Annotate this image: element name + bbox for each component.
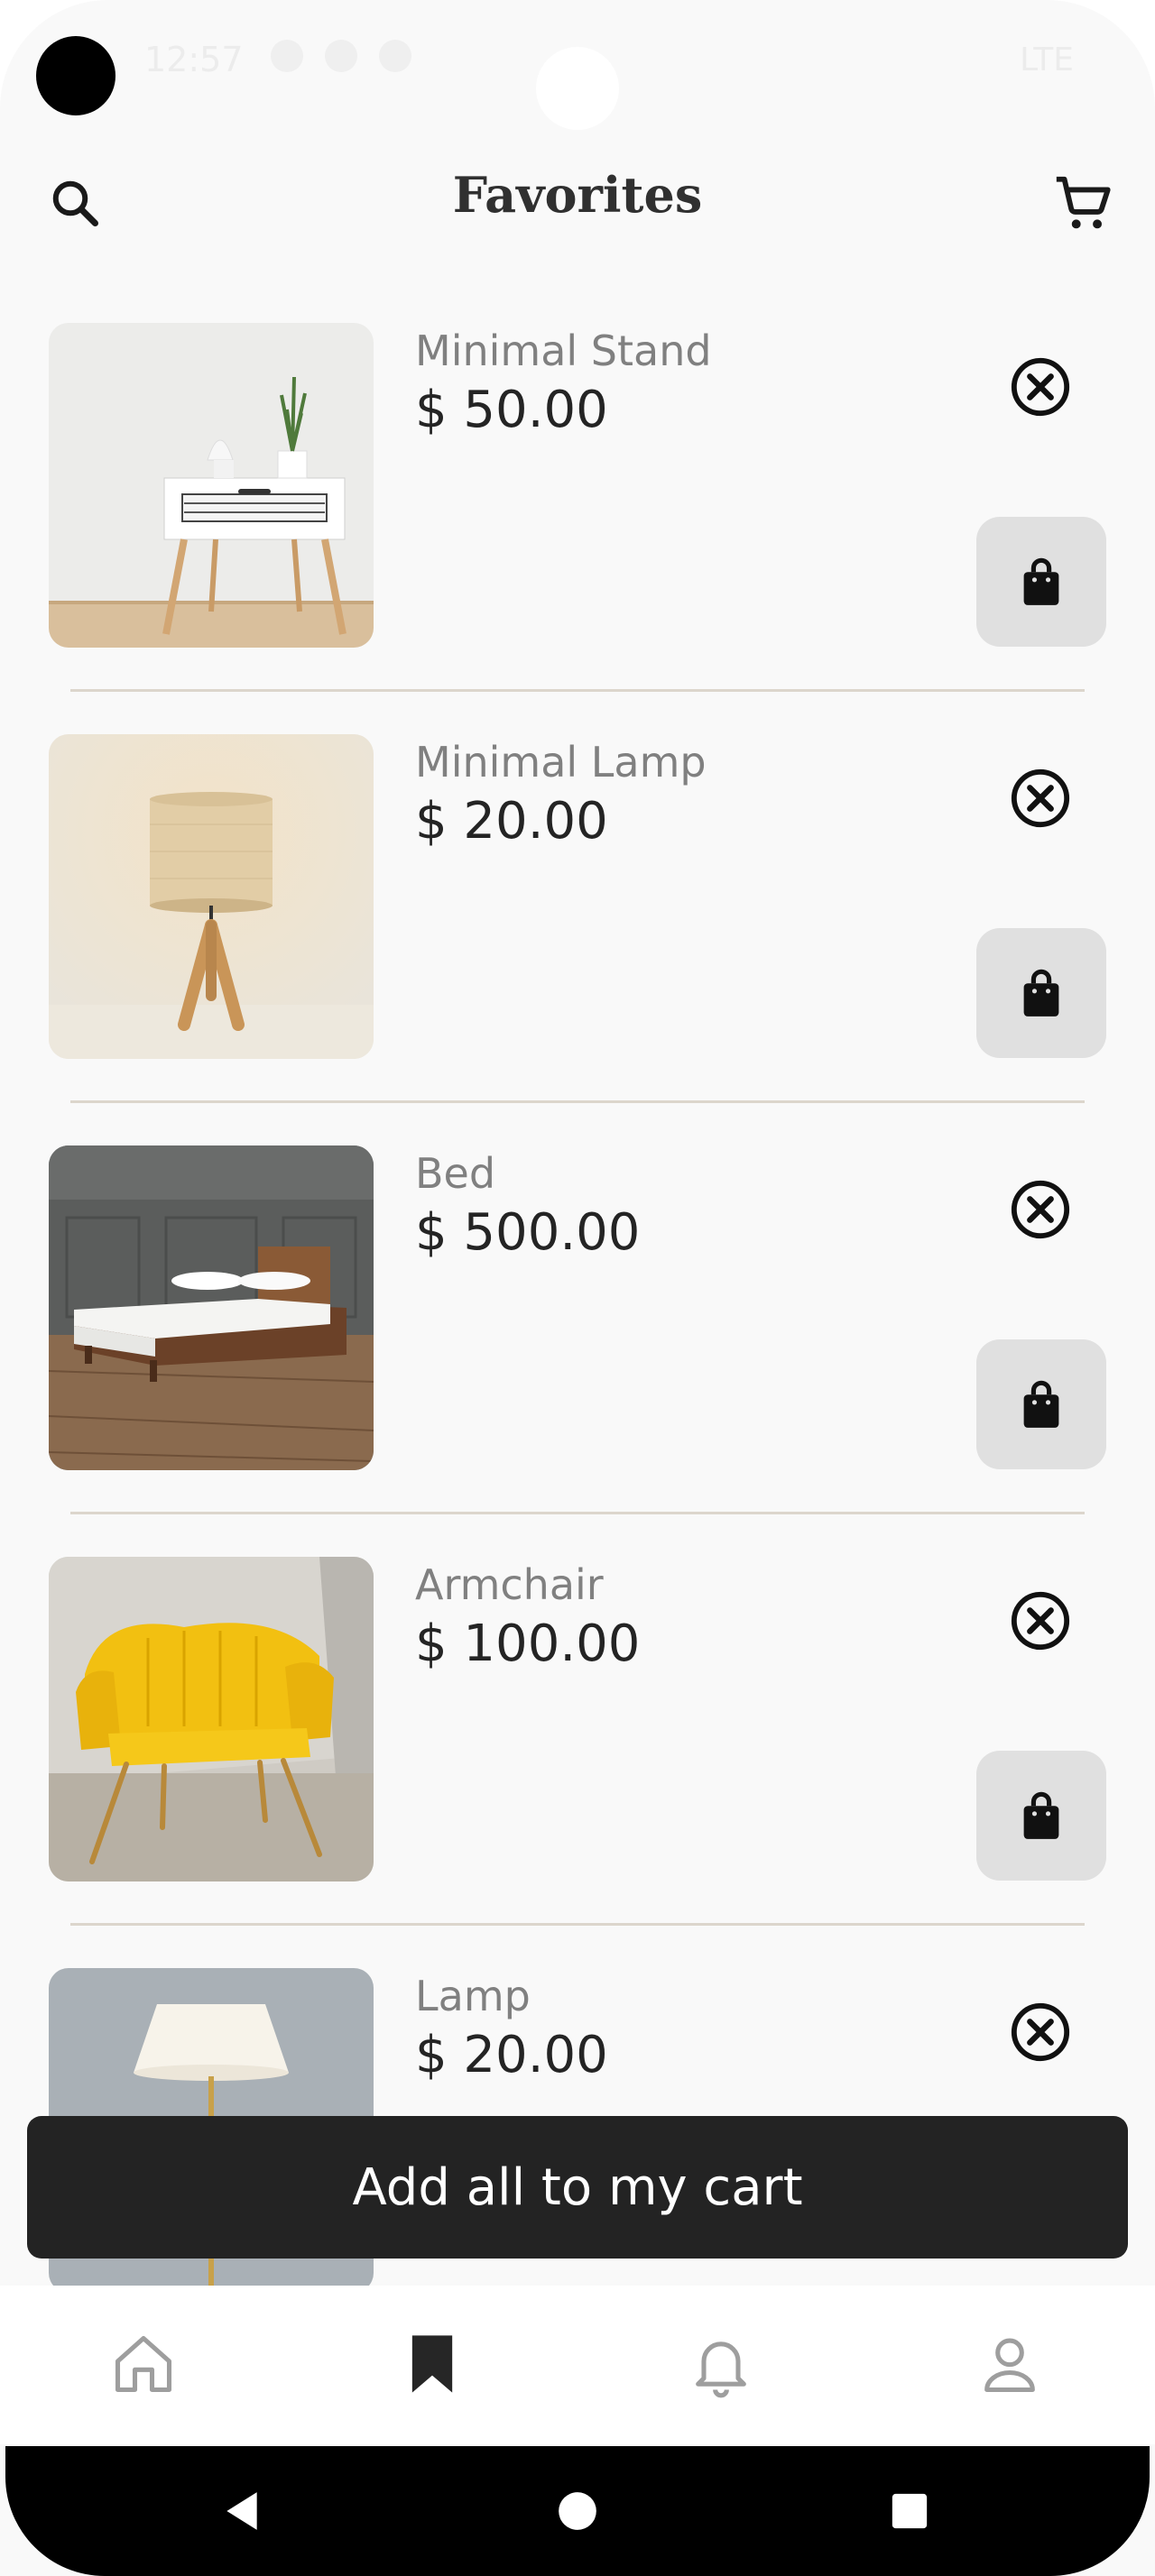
shopping-bag-icon — [1023, 969, 1059, 1017]
bottom-navigation — [0, 2286, 1155, 2444]
status-notification-icons — [271, 40, 411, 72]
status-bar: 12:57 LTE — [0, 0, 1155, 130]
add-all-to-cart-button[interactable]: Add all to my cart — [27, 2116, 1128, 2259]
add-to-cart-button[interactable] — [976, 517, 1106, 647]
divider — [70, 1512, 1085, 1514]
system-navigation-bar — [5, 2446, 1150, 2576]
notification-icon — [379, 40, 411, 72]
favorite-item[interactable]: Armchair $ 100.00 — [0, 1557, 1155, 1968]
add-to-cart-button[interactable] — [976, 928, 1106, 1058]
close-circle-icon — [1011, 357, 1070, 417]
system-back-button[interactable] — [206, 2475, 278, 2547]
product-name: Minimal Lamp — [415, 738, 707, 787]
profile-icon — [984, 2338, 1035, 2393]
bell-icon — [696, 2341, 746, 2398]
divider — [70, 1923, 1085, 1926]
add-to-cart-button[interactable] — [976, 1339, 1106, 1469]
product-name: Armchair — [415, 1560, 604, 1609]
product-price: $ 20.00 — [415, 2026, 608, 2084]
remove-favorite-button[interactable] — [1009, 767, 1072, 830]
product-image-bed[interactable] — [49, 1145, 374, 1470]
product-price: $ 100.00 — [415, 1615, 641, 1673]
nav-favorites[interactable] — [392, 2323, 473, 2405]
product-price: $ 500.00 — [415, 1203, 641, 1262]
product-image-table-lamp[interactable] — [49, 734, 374, 1059]
top-app-bar: Favorites — [0, 153, 1155, 244]
settings-icon — [325, 40, 357, 72]
system-home-button[interactable] — [541, 2475, 614, 2547]
favorite-item[interactable]: Minimal Lamp $ 20.00 — [0, 734, 1155, 1145]
product-name: Lamp — [415, 1972, 531, 2020]
close-circle-icon — [1011, 1180, 1070, 1239]
product-price: $ 20.00 — [415, 792, 608, 851]
remove-favorite-button[interactable] — [1009, 1589, 1072, 1652]
system-recents-button[interactable] — [873, 2475, 946, 2547]
back-triangle-icon — [226, 2492, 257, 2530]
home-icon — [115, 2335, 172, 2393]
bookmark-icon — [411, 2335, 453, 2393]
home-circle-icon — [559, 2492, 596, 2530]
front-sensor — [536, 47, 619, 130]
shopping-bag-icon — [1023, 1791, 1059, 1839]
nav-notifications[interactable] — [680, 2323, 762, 2405]
page-title: Favorites — [452, 166, 703, 224]
cart-icon — [1056, 176, 1111, 229]
remove-favorite-button[interactable] — [1009, 1178, 1072, 1241]
recents-square-icon — [892, 2493, 928, 2529]
status-time: 12:57 — [144, 40, 244, 79]
product-name: Minimal Stand — [415, 327, 712, 375]
remove-favorite-button[interactable] — [1009, 355, 1072, 419]
close-circle-icon — [1011, 2002, 1070, 2062]
shopping-bag-icon — [1023, 1380, 1059, 1428]
camera-cutout — [36, 36, 116, 115]
add-to-cart-button[interactable] — [976, 1751, 1106, 1881]
remove-favorite-button[interactable] — [1009, 2001, 1072, 2064]
close-circle-icon — [1011, 768, 1070, 828]
close-circle-icon — [1011, 1591, 1070, 1651]
settings-icon — [271, 40, 303, 72]
favorite-item[interactable]: Minimal Stand $ 50.00 — [0, 323, 1155, 734]
shopping-bag-icon — [1023, 557, 1059, 605]
product-image-nightstand[interactable] — [49, 323, 374, 648]
divider — [70, 689, 1085, 692]
phone-screen: 12:57 LTE Favorites Minimal Stand $ 50.0… — [0, 0, 1155, 2576]
nav-profile[interactable] — [969, 2323, 1050, 2405]
nav-home[interactable] — [103, 2323, 184, 2405]
product-price: $ 50.00 — [415, 381, 608, 439]
product-name: Bed — [415, 1149, 496, 1198]
network-indicator: LTE — [1020, 41, 1074, 78]
product-image-yellow-armchair[interactable] — [49, 1557, 374, 1881]
favorite-item[interactable]: Bed $ 500.00 — [0, 1145, 1155, 1557]
cart-button[interactable] — [1047, 167, 1119, 239]
divider — [70, 1100, 1085, 1103]
